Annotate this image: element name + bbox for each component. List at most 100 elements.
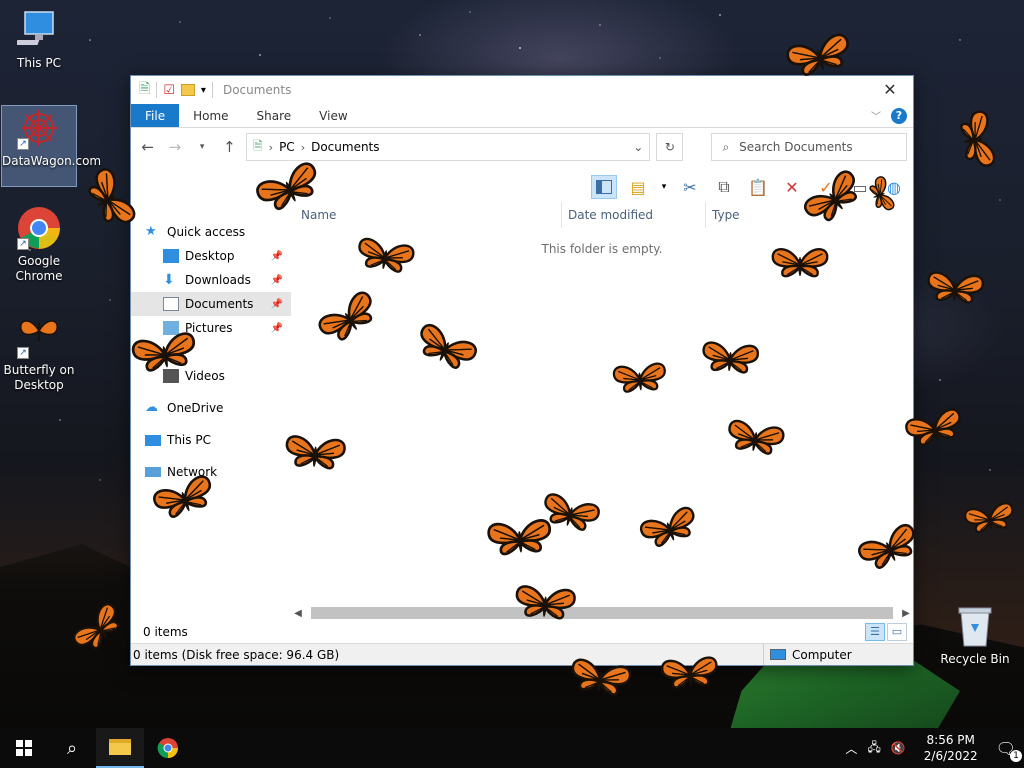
- address-bar[interactable]: 🗎 › PC › Documents ⌄: [246, 133, 651, 161]
- preview-pane-icon[interactable]: [591, 175, 617, 199]
- nav-label: Desktop: [185, 249, 235, 263]
- new-item-icon[interactable]: ▤: [625, 175, 651, 199]
- nav-item-onedrive[interactable]: ☁ OneDrive: [131, 396, 291, 420]
- nav-item-pictures[interactable]: Pictures 📌: [131, 316, 291, 340]
- taskbar-chrome[interactable]: [144, 728, 192, 768]
- command-toolbar: ▤ ▾ ✂ ⧉ 📋 ✕ ✓ ▭ ◍: [591, 172, 913, 202]
- status-bar: 0 items (Disk free space: 96.4 GB) Compu…: [131, 643, 913, 665]
- large-icons-view-icon[interactable]: ▭: [887, 623, 907, 641]
- globe-icon[interactable]: ◍: [881, 175, 907, 199]
- nav-item-downloads[interactable]: ⬇ Downloads 📌: [131, 268, 291, 292]
- column-date-modified[interactable]: Date modified: [561, 202, 705, 228]
- expand-ribbon-icon[interactable]: ﹀: [871, 108, 881, 123]
- pin-icon[interactable]: 📌: [271, 323, 283, 334]
- up-arrow-icon[interactable]: ↑: [219, 138, 240, 156]
- column-headers: Name Date modified Type: [291, 202, 913, 228]
- recent-locations-icon[interactable]: ▾: [192, 142, 213, 152]
- computer-icon: [15, 8, 61, 52]
- volume-muted-icon[interactable]: 🔇: [891, 741, 906, 755]
- navigation-bar: ← → ▾ ↑ 🗎 › PC › Documents ⌄ ↻ ⌕ Search …: [131, 128, 913, 166]
- start-button[interactable]: [0, 728, 48, 768]
- nav-item-this-pc[interactable]: This PC: [131, 428, 291, 452]
- document-icon[interactable]: 🗎: [139, 78, 150, 102]
- desktop-icon-datawagon[interactable]: ↗ DataWagon.com: [1, 105, 102, 187]
- status-detail: 0 items (Disk free space: 96.4 GB): [133, 647, 340, 662]
- nav-label: This PC: [167, 433, 211, 447]
- folder-location-icon: 🗎: [253, 138, 263, 153]
- network-icon[interactable]: 🖧: [867, 738, 880, 759]
- pictures-icon: [163, 321, 179, 335]
- desktop-icon-recycle-bin[interactable]: Recycle Bin: [940, 604, 1010, 666]
- breadcrumb-current[interactable]: Documents: [311, 140, 379, 154]
- nav-label: Videos: [185, 369, 225, 383]
- tab-view[interactable]: View: [305, 104, 361, 127]
- rename-icon[interactable]: ✓: [813, 175, 839, 199]
- chevron-up-icon[interactable]: ︿: [845, 740, 857, 757]
- search-button[interactable]: ⌕: [48, 728, 96, 768]
- navigation-pane: ★ Quick access Desktop 📌 ⬇ Downloads 📌 D…: [131, 202, 291, 621]
- properties-icon[interactable]: ☑: [163, 83, 175, 98]
- help-icon[interactable]: ?: [891, 107, 907, 124]
- nav-label: OneDrive: [167, 401, 224, 415]
- copy-icon[interactable]: ⧉: [711, 175, 737, 199]
- refresh-icon[interactable]: ↻: [656, 133, 684, 161]
- network-icon: [145, 467, 161, 477]
- nav-item-desktop[interactable]: Desktop 📌: [131, 244, 291, 268]
- cut-icon[interactable]: ✂: [677, 175, 703, 199]
- scroll-right-icon[interactable]: ▶: [899, 608, 913, 619]
- nav-item-documents[interactable]: Documents 📌: [131, 292, 291, 316]
- desktop-icon-butterfly[interactable]: ↗ Butterfly on Desktop: [1, 315, 77, 393]
- tab-home[interactable]: Home: [179, 104, 242, 127]
- explorer-body: ★ Quick access Desktop 📌 ⬇ Downloads 📌 D…: [131, 202, 913, 621]
- pin-icon[interactable]: 📌: [271, 251, 283, 262]
- new-folder-icon[interactable]: [180, 84, 195, 96]
- column-name[interactable]: Name: [291, 202, 561, 228]
- desktop-icon-label: DataWagon.com: [2, 154, 102, 168]
- address-dropdown-icon[interactable]: ⌄: [633, 140, 643, 154]
- customize-toolbar-icon[interactable]: ▾: [201, 85, 206, 96]
- monarch-butterfly: [88, 168, 136, 224]
- nav-item-network[interactable]: Network: [131, 460, 291, 484]
- delete-icon[interactable]: ✕: [779, 175, 805, 199]
- status-location: Computer: [763, 644, 913, 665]
- taskbar: ⌕ ︿ 🖧 🔇 8:56 PM 2/6/2022 🗨 1: [0, 728, 1024, 768]
- back-arrow-icon[interactable]: ←: [137, 138, 158, 156]
- search-placeholder: Search Documents: [739, 140, 853, 154]
- system-tray: ︿ 🖧 🔇 8:56 PM 2/6/2022 🗨 1: [845, 732, 1024, 764]
- scrollbar-thumb[interactable]: [311, 607, 893, 619]
- column-type[interactable]: Type: [705, 202, 825, 228]
- search-icon: ⌕: [66, 737, 78, 759]
- taskbar-file-explorer[interactable]: [96, 728, 144, 768]
- file-explorer-window: 🗎 ☑ ▾ Documents ✕ File Home Share View ﹀…: [130, 75, 914, 666]
- windows-logo-icon: [16, 740, 32, 756]
- close-icon[interactable]: ✕: [867, 76, 913, 104]
- pin-icon[interactable]: 📌: [271, 299, 283, 310]
- search-box[interactable]: ⌕ Search Documents: [711, 133, 907, 161]
- clock-time: 8:56 PM: [926, 733, 975, 747]
- clock[interactable]: 8:56 PM 2/6/2022: [916, 732, 986, 764]
- monarch-butterfly: [927, 271, 984, 304]
- clock-date: 2/6/2022: [923, 749, 978, 763]
- desktop-icon-chrome[interactable]: ↗ Google Chrome: [1, 206, 77, 284]
- tab-file[interactable]: File: [131, 104, 180, 127]
- horizontal-scrollbar[interactable]: ◀ ▶: [291, 605, 913, 621]
- breadcrumb-parent[interactable]: PC: [279, 140, 295, 154]
- properties-button-icon[interactable]: ▭: [847, 175, 873, 199]
- forward-arrow-icon[interactable]: →: [164, 138, 185, 156]
- desktop-icon-label: Google Chrome: [15, 254, 63, 283]
- notification-center-icon[interactable]: 🗨 1: [996, 739, 1022, 762]
- scroll-left-icon[interactable]: ◀: [291, 608, 305, 619]
- dropdown-icon[interactable]: ▾: [659, 175, 669, 199]
- desktop-icon-this-pc[interactable]: This PC: [1, 8, 77, 71]
- window-title: Documents: [222, 83, 292, 97]
- nav-item-videos[interactable]: Videos: [131, 364, 291, 388]
- paste-icon[interactable]: 📋: [745, 175, 771, 199]
- pin-icon[interactable]: 📌: [271, 275, 283, 286]
- status-location-label: Computer: [792, 647, 852, 662]
- nav-label: Documents: [185, 297, 254, 311]
- chrome-icon: [157, 738, 178, 759]
- nav-item-quick-access[interactable]: ★ Quick access: [131, 220, 291, 244]
- details-view-icon[interactable]: ☰: [865, 623, 885, 641]
- recycle-bin-icon: [955, 604, 995, 648]
- tab-share[interactable]: Share: [243, 104, 306, 127]
